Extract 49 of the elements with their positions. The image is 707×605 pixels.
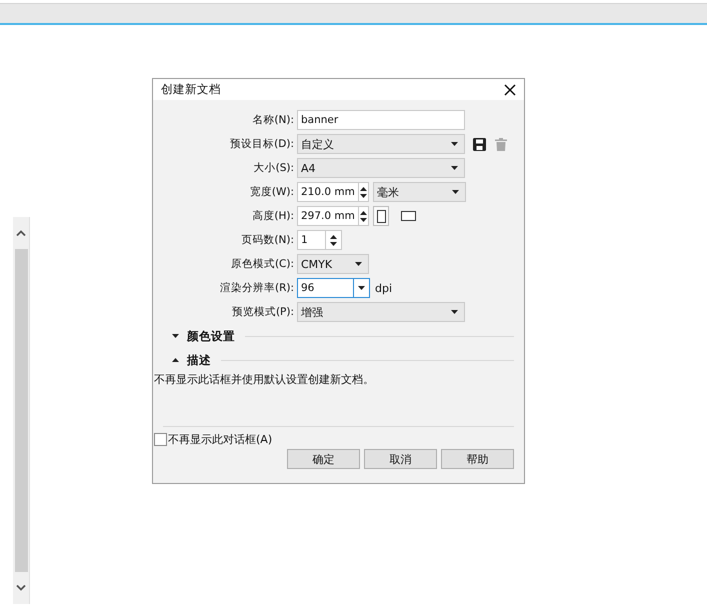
spin-up-icon — [330, 234, 337, 238]
spin-down-icon — [330, 242, 337, 246]
dropdown-arrow-icon — [451, 166, 458, 170]
cancel-button[interactable]: 取消 — [364, 449, 437, 469]
section-header[interactable]: 描述 — [187, 352, 211, 368]
field-label: 大小(S): — [252, 161, 294, 175]
dropdown-arrow-icon — [452, 190, 459, 194]
dropdown[interactable]: 增强 — [297, 302, 465, 322]
help-button[interactable]: 帮助 — [441, 449, 514, 469]
field-label: 预设目标(D): — [229, 137, 294, 151]
spin-down-icon — [360, 194, 367, 198]
dropdown-arrow-icon — [451, 310, 458, 314]
field-label: 宽度(W): — [248, 185, 294, 199]
portrait-page-icon — [376, 210, 386, 222]
spin-down-icon — [360, 218, 367, 222]
dropdown-arrow-icon — [358, 286, 365, 290]
dropdown[interactable]: CMYK — [297, 254, 369, 274]
dropdown[interactable]: 毫米 — [373, 182, 466, 202]
spinner-field[interactable]: 1 — [297, 230, 342, 250]
field-label: 渲染分辨率(R): — [218, 281, 294, 295]
section-header[interactable]: 颜色设置 — [187, 328, 235, 344]
field-label: 名称(N): — [251, 113, 294, 127]
field-label: 预览模式(P): — [230, 305, 294, 319]
portrait-button[interactable] — [373, 206, 389, 226]
dropdown[interactable]: A4 — [297, 158, 465, 178]
save-icon[interactable] — [473, 138, 486, 150]
field-label: 页码数(N): — [240, 233, 294, 247]
spin-up-icon — [360, 210, 367, 214]
checkbox-label[interactable]: 不再显示此对话框(A) — [168, 432, 272, 446]
close-icon[interactable] — [504, 84, 516, 96]
description-text: 不再显示此话框并使用默认设置创建新文档。 — [154, 373, 374, 386]
scrollbar-thumb[interactable] — [14, 249, 28, 572]
name-field[interactable]: banner — [297, 110, 465, 130]
scroll-down-icon[interactable] — [16, 585, 26, 591]
spinner-field[interactable]: 297.0 mm — [297, 206, 369, 226]
spin-up-icon — [360, 186, 367, 190]
ok-button[interactable]: 确定 — [287, 449, 360, 469]
dialog-title: 创建新文档 — [161, 82, 221, 97]
dropdown-arrow-icon — [355, 262, 362, 266]
unit-label: dpi — [375, 282, 392, 294]
landscape-page-icon — [400, 211, 416, 221]
dropdown-arrow-icon — [451, 142, 458, 146]
field-label: 高度(H): — [251, 209, 294, 223]
checkbox[interactable] — [154, 432, 167, 446]
scroll-up-icon[interactable] — [16, 230, 26, 236]
dropdown[interactable]: 自定义 — [297, 134, 465, 154]
field-label: 原色模式(C): — [230, 257, 294, 271]
resolution-combo[interactable]: 96 — [297, 278, 370, 298]
spinner-field[interactable]: 210.0 mm — [297, 182, 369, 202]
